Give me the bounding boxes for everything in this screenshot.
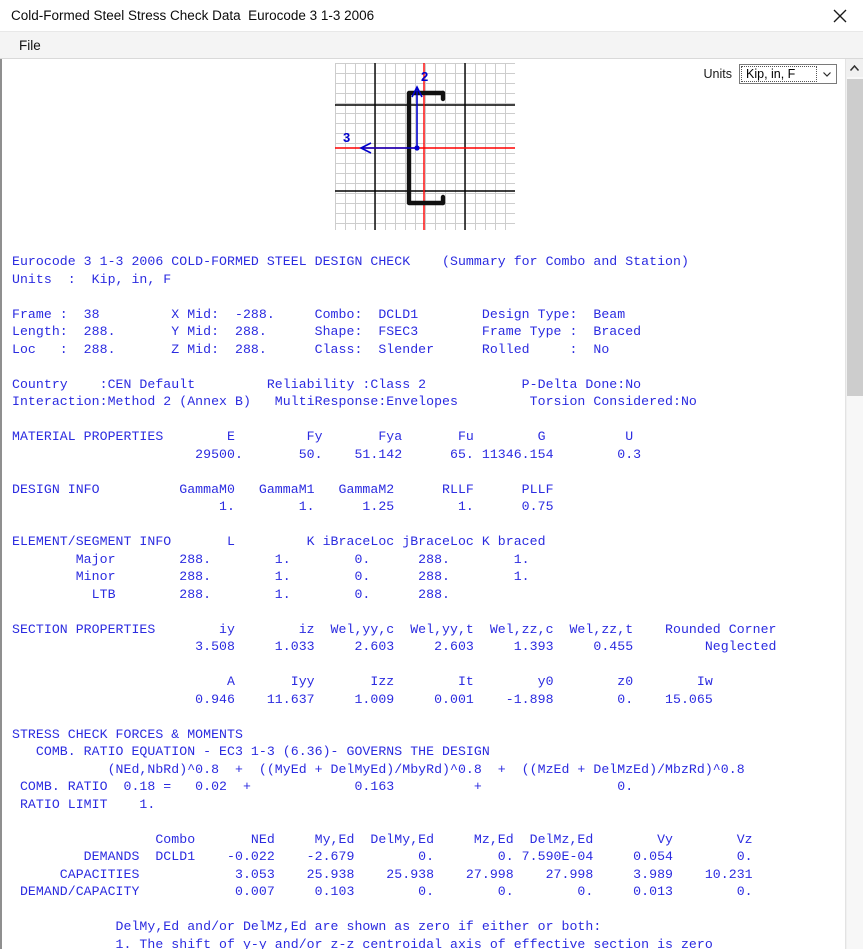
units-selector: Units Kip, in, F [704,64,837,84]
chevron-down-icon[interactable] [818,65,836,83]
units-selected-value: Kip, in, F [741,66,817,82]
units-label: Units [704,67,732,81]
scrollbar-thumb[interactable] [847,79,863,396]
report-body-text: Eurocode 3 1-3 2006 COLD-FORMED STEEL DE… [12,254,777,949]
report-viewport: Units Kip, in, F [2,59,845,949]
client-area: Units Kip, in, F [0,59,863,949]
units-dropdown[interactable]: Kip, in, F [739,64,837,84]
cold-formed-steel-stress-check-window: Cold-Formed Steel Stress Check Data Euro… [0,0,863,949]
close-icon[interactable] [817,0,863,31]
menu-bar: File [0,31,863,59]
menu-item-file[interactable]: File [10,35,50,56]
vertical-scrollbar[interactable] [845,59,863,949]
title-bar: Cold-Formed Steel Stress Check Data Euro… [0,0,863,31]
design-check-report: Eurocode 3 1-3 2006 COLD-FORMED STEEL DE… [2,59,845,949]
scroll-up-icon[interactable] [846,59,863,77]
window-title: Cold-Formed Steel Stress Check Data Euro… [11,8,374,23]
